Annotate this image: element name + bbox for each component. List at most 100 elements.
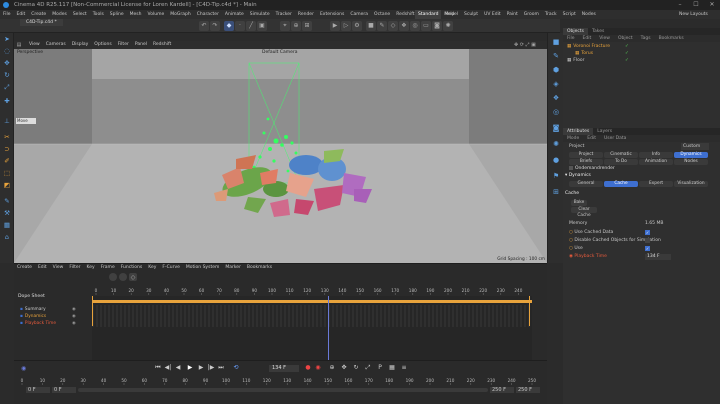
knife-icon[interactable]: ✂: [2, 133, 12, 142]
timeline-playhead[interactable]: [327, 296, 329, 360]
current-frame-field[interactable]: 134 F: [269, 365, 299, 372]
camera-icon[interactable]: ◙: [551, 123, 561, 133]
timeline-menu-motion-system[interactable]: Motion System: [183, 264, 222, 271]
timeline-track[interactable]: ▪ Playback Time ◉: [20, 321, 90, 327]
track-visibility-icon[interactable]: ◉: [72, 307, 76, 313]
field-icon[interactable]: ◎: [551, 107, 561, 117]
deformer-icon[interactable]: ◈: [551, 79, 561, 89]
layout-tab-model[interactable]: Model: [441, 10, 461, 19]
key-pla-icon[interactable]: ▦: [388, 364, 396, 372]
use-checkbox[interactable]: ✓: [645, 246, 650, 251]
menu-item-tools[interactable]: Tools: [90, 10, 107, 19]
layout-tab-nodes[interactable]: Nodes: [579, 10, 599, 19]
extrude-icon[interactable]: ⬚: [2, 169, 12, 178]
use-cached-checkbox[interactable]: ✓: [645, 230, 650, 235]
viewport-menu-redshift[interactable]: Redshift: [150, 41, 174, 49]
timeline-menu-frame[interactable]: Frame: [98, 264, 118, 271]
timeline-menu-marker[interactable]: Marker: [222, 264, 244, 271]
am-menu-edit[interactable]: Edit: [583, 135, 600, 142]
bevel-icon[interactable]: ◩: [2, 181, 12, 190]
key-rotation-icon[interactable]: ↻: [352, 364, 360, 372]
next-frame-icon[interactable]: ▶: [197, 364, 205, 372]
render-picture-viewer-icon[interactable]: ▷: [341, 21, 351, 31]
go-to-end-icon[interactable]: ⏭: [217, 364, 225, 372]
menu-item-modes[interactable]: Modes: [49, 10, 70, 19]
maximize-icon[interactable]: ☐: [688, 0, 704, 10]
mode-dropdown[interactable]: Custom: [681, 143, 709, 150]
timeline-menu-bookmarks[interactable]: Bookmarks: [244, 264, 275, 271]
pen-icon[interactable]: ✎: [377, 21, 387, 31]
om-menu-edit[interactable]: Edit: [579, 35, 596, 42]
layout-tab-uv-edit[interactable]: UV Edit: [481, 10, 504, 19]
preview-range-slider[interactable]: [78, 388, 488, 392]
viewport-menu-cameras[interactable]: Cameras: [43, 41, 69, 49]
viewport-menu-view[interactable]: View: [26, 41, 43, 49]
new-layouts-menu[interactable]: New Layouts: [676, 10, 711, 19]
bake-button[interactable]: Bake: [571, 200, 587, 206]
om-tab-takes[interactable]: Takes: [588, 28, 608, 35]
track-visibility-icon[interactable]: ◉: [72, 314, 76, 320]
key-selection-icon[interactable]: ⊕: [328, 364, 336, 372]
viewport-menu-options[interactable]: Options: [91, 41, 114, 49]
menu-item-file[interactable]: File: [0, 10, 14, 19]
menu-item-animate[interactable]: Animate: [222, 10, 247, 19]
auto-keying-icon[interactable]: ◉: [314, 364, 322, 372]
am-tab-attributes[interactable]: Attributes: [563, 128, 594, 135]
clear-cache-button[interactable]: Clear Cache: [571, 207, 597, 218]
snap-icon[interactable]: ⌖: [280, 21, 290, 31]
visibility-check-icon[interactable]: ✓: [625, 50, 629, 57]
axis-icon[interactable]: ⊥: [2, 117, 12, 126]
viewport-menu-filter[interactable]: Filter: [115, 41, 132, 49]
undo-icon[interactable]: ↶: [199, 21, 209, 31]
magnet-icon[interactable]: ⊃: [2, 145, 12, 154]
viewport-menu-display[interactable]: Display: [69, 41, 92, 49]
previous-frame-icon[interactable]: ◀: [174, 364, 182, 372]
menu-item-edit[interactable]: Edit: [14, 10, 29, 19]
viewport-layout-icon[interactable]: ▤: [14, 41, 24, 49]
key-icon[interactable]: ◇: [129, 273, 137, 281]
record-icon[interactable]: [109, 273, 117, 281]
coordinate-icon[interactable]: ✚: [2, 97, 12, 106]
menu-item-mograph[interactable]: MoGraph: [167, 10, 193, 19]
select-arrow-icon[interactable]: ➤: [2, 35, 12, 44]
edges-mode-icon[interactable]: ╱: [246, 21, 256, 31]
rotate-icon[interactable]: ↻: [2, 71, 12, 80]
om-menu-file[interactable]: File: [563, 35, 579, 42]
light-icon[interactable]: ✺: [443, 21, 453, 31]
timeline-menu-key[interactable]: Key: [145, 264, 159, 271]
layout-tab-paint[interactable]: Paint: [504, 10, 521, 19]
scale-icon[interactable]: ⤢: [2, 83, 12, 92]
fps-icon[interactable]: ≡: [400, 364, 408, 372]
start-frame-field[interactable]: 0 F: [26, 387, 50, 393]
timeline-menu-filter[interactable]: Filter: [66, 264, 83, 271]
render-settings-icon[interactable]: ⚙: [352, 21, 362, 31]
end-frame-field[interactable]: 250 F: [516, 387, 540, 393]
playbar-ruler[interactable]: 0 10 20 30 40 50 60 70 80 90 100 110 120 130 140 150 160…: [18, 377, 543, 386]
menu-item-tracker[interactable]: Tracker: [273, 10, 295, 19]
menu-item-mesh[interactable]: Mesh: [127, 10, 145, 19]
workplane-icon[interactable]: ⊞: [302, 21, 312, 31]
attr-tab-cache[interactable]: Cache: [604, 181, 638, 187]
visibility-check-icon[interactable]: ✓: [625, 57, 629, 64]
attr-tab-nodes[interactable]: Nodes: [674, 159, 708, 165]
play-icon[interactable]: ▶: [186, 364, 194, 372]
menu-item-volume[interactable]: Volume: [145, 10, 168, 19]
om-menu-view[interactable]: View: [595, 35, 614, 42]
object-row[interactable]: ▦ Floor ✓: [563, 57, 720, 64]
layout-tab-track[interactable]: Track: [542, 10, 560, 19]
previous-key-icon[interactable]: ◀|: [164, 364, 172, 372]
viewport-nav-icon[interactable]: ✥ ⟳ ⤢ ▣: [514, 41, 536, 49]
generator-icon[interactable]: ⬢: [551, 65, 561, 75]
floor-icon[interactable]: ▭: [421, 21, 431, 31]
subdivision-icon[interactable]: ◇: [388, 21, 398, 31]
key-param-icon[interactable]: P: [376, 364, 384, 372]
visibility-check-icon[interactable]: ✓: [625, 43, 629, 50]
timeline-menu-f-curve[interactable]: F-Curve: [159, 264, 183, 271]
menu-item-simulate[interactable]: Simulate: [247, 10, 273, 19]
timeline-track[interactable]: ▪ Summary ◉: [20, 307, 90, 313]
timeline-track[interactable]: ▪ Dynamics ◉: [20, 314, 90, 320]
spline-icon[interactable]: ✎: [551, 51, 561, 61]
layout-tab-script[interactable]: Script: [560, 10, 579, 19]
object-row[interactable]: ▦ Torus ✓: [563, 50, 720, 57]
mograph-icon[interactable]: ❖: [551, 93, 561, 103]
